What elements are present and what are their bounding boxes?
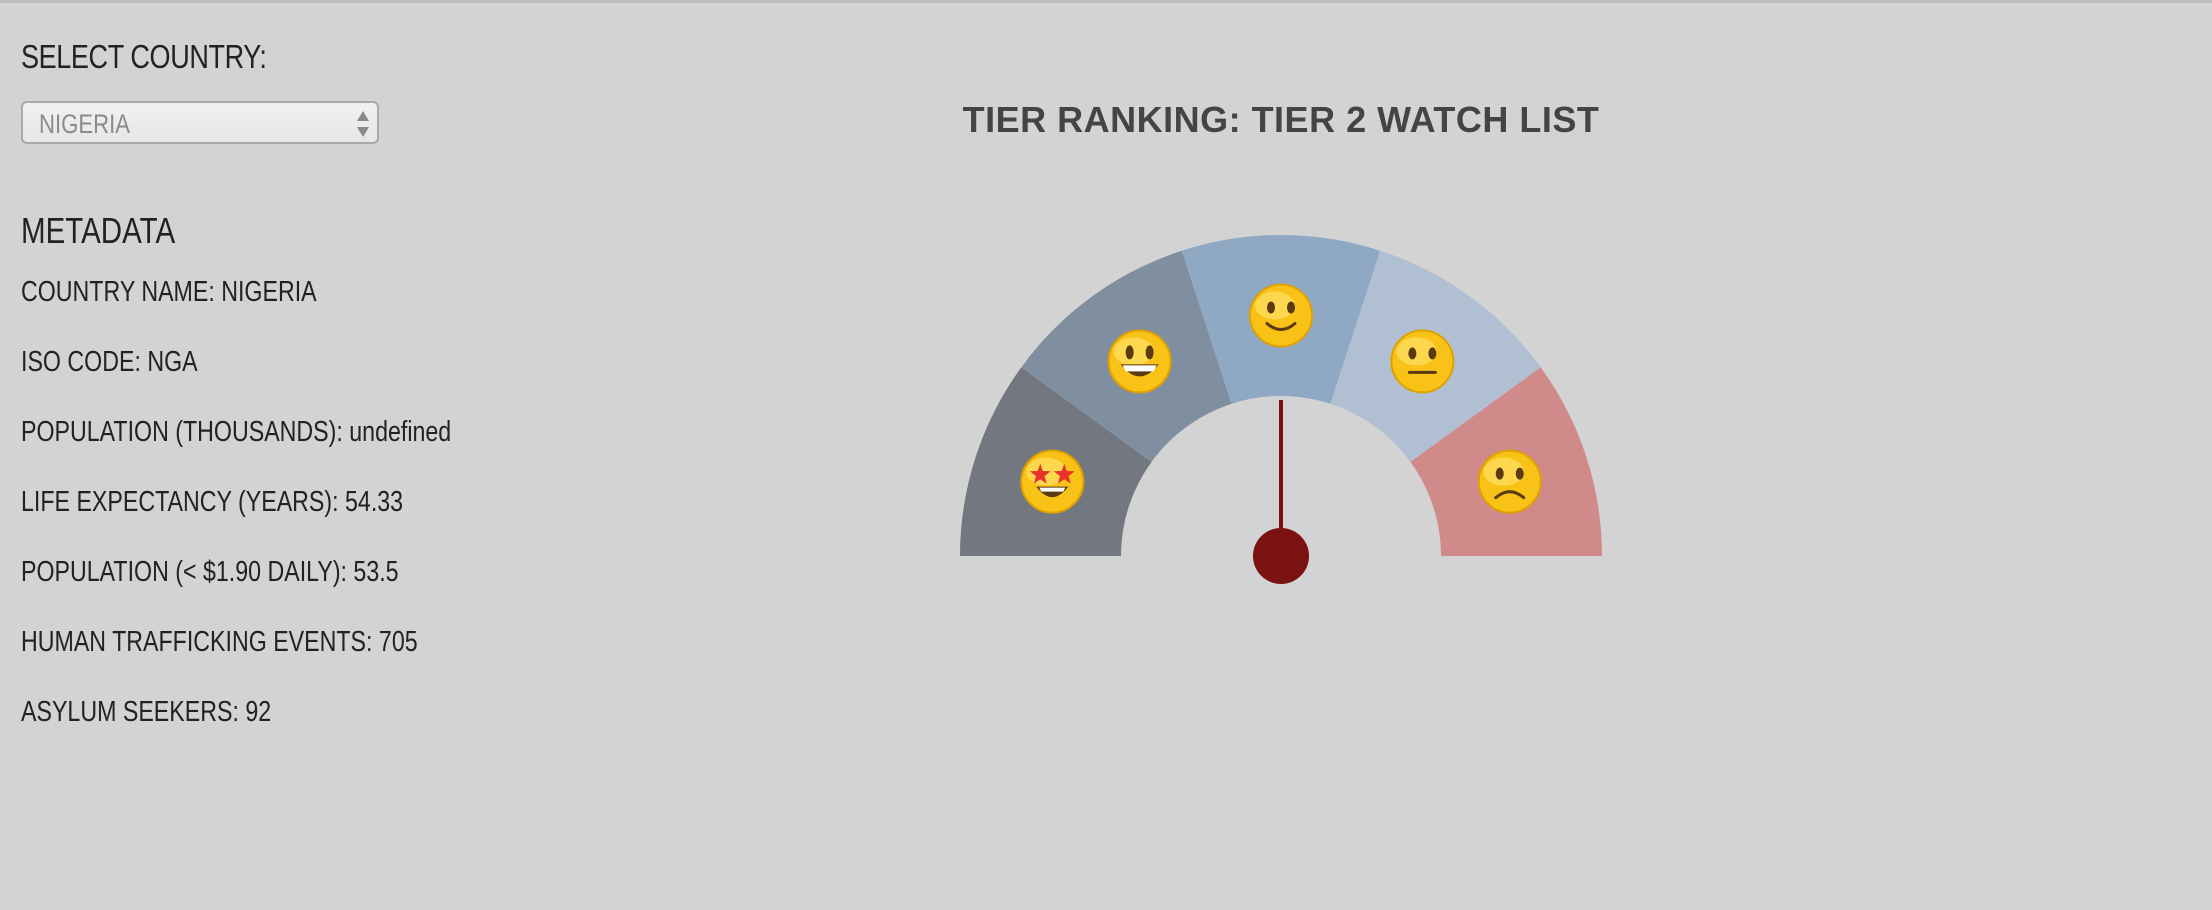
star-struck-face-icon — [1020, 449, 1085, 514]
gauge-needle-hub — [1253, 528, 1309, 584]
neutral-face-icon — [1390, 329, 1455, 394]
slightly-smiling-face-icon — [1249, 283, 1313, 348]
slightly-frowning-face-icon — [1477, 449, 1542, 514]
tier-gauge — [960, 234, 1602, 584]
grinning-face-icon — [1107, 329, 1172, 394]
